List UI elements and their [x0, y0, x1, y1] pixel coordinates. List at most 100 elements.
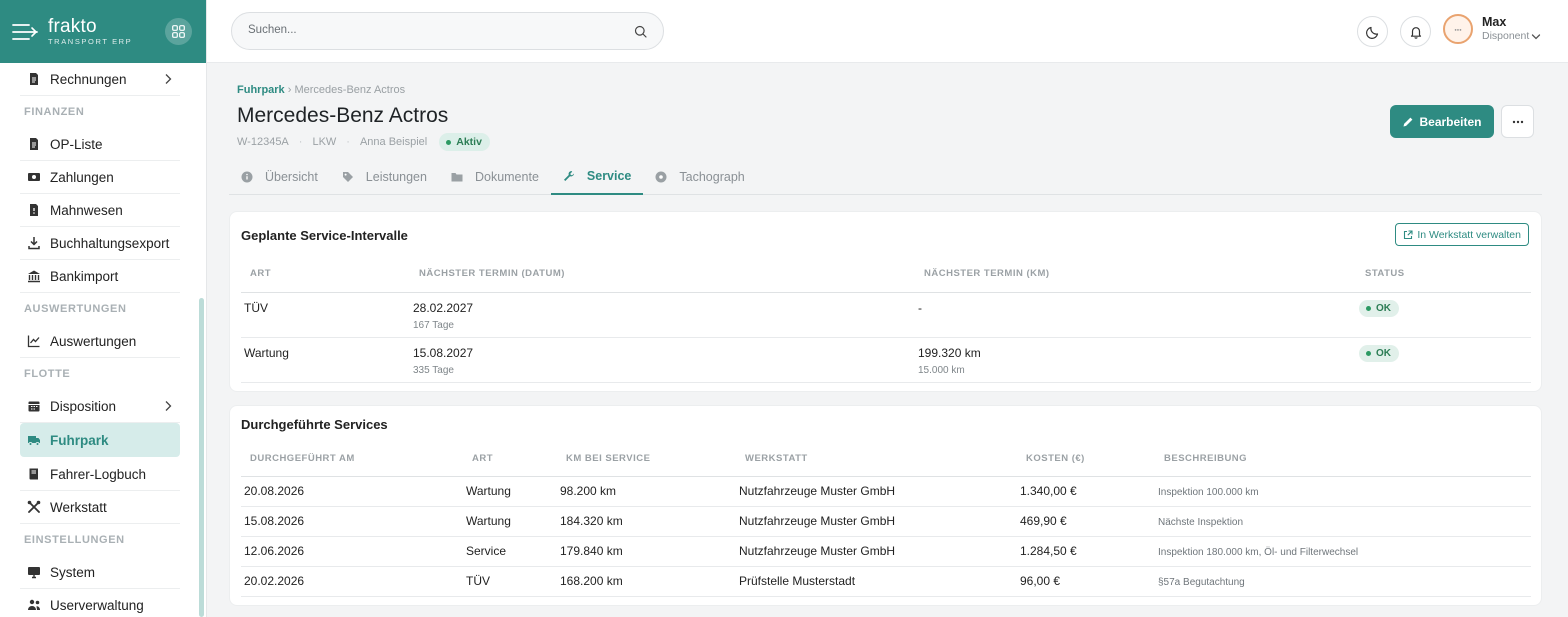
sidebar-item-label: Mahnwesen — [50, 202, 123, 218]
user-role: Disponent — [1482, 30, 1541, 43]
service-date: 20.02.2026 — [244, 574, 305, 588]
column-header: ART — [241, 255, 410, 293]
nav-section-flotte: FLOTTE — [24, 368, 71, 380]
vehicle-plate: W-12345A — [237, 136, 289, 148]
status-dot — [446, 139, 452, 145]
vehicle-meta: W-12345A · LKW · Anna Beispiel Aktiv — [237, 133, 490, 151]
breadcrumb-fuhrpark-link[interactable]: Fuhrpark — [237, 84, 285, 96]
tools-icon — [27, 500, 41, 514]
users-icon — [27, 598, 41, 612]
column-header: NÄCHSTER TERMIN (DATUM) — [410, 255, 915, 293]
sidebar-item-buchhaltungsexport[interactable]: Buchhaltungsexport — [20, 227, 180, 260]
tab-label: Übersicht — [265, 170, 318, 184]
sidebar-item-auswertungen[interactable]: Auswertungen — [20, 325, 180, 358]
chevron-right-icon — [165, 74, 172, 84]
dark-mode-button[interactable] — [1357, 16, 1388, 47]
status-badge-label: Aktiv — [456, 136, 482, 148]
menu-toggle-icon[interactable] — [12, 22, 38, 42]
bell-icon — [1410, 26, 1421, 39]
more-horizontal-icon — [1512, 120, 1523, 123]
sidebar-item-werkstatt[interactable]: Werkstatt — [20, 491, 180, 524]
next-km: 199.320 km — [918, 345, 981, 360]
column-header: BESCHREIBUNG — [1155, 442, 1531, 477]
sidebar-item-fuhrpark[interactable]: Fuhrpark — [20, 423, 180, 457]
sidebar-item-bankimport[interactable]: Bankimport — [20, 260, 180, 293]
search-icon[interactable] — [634, 25, 647, 38]
sidebar-scrollbar[interactable] — [199, 298, 204, 617]
user-menu[interactable]: ●●● Max Disponent — [1443, 14, 1541, 44]
table-row[interactable]: TÜV 28.02.2027 167 Tage - OK — [241, 292, 1531, 338]
money-icon — [27, 170, 41, 184]
invoice-icon — [27, 72, 41, 86]
manage-in-workshop-label: In Werkstatt verwalten — [1417, 228, 1521, 241]
sidebar-nav: Rechnungen FINANZEN OP-Liste Zahlungen Mahnw… — [0, 63, 200, 617]
sidebar: frakto TRANSPORT ERP Rechnungen FINANZEN O… — [0, 0, 207, 617]
service-date: 12.06.2026 — [244, 544, 305, 558]
service-date: 15.08.2026 — [244, 514, 305, 528]
planned-service-title: Geplante Service-Intervalle — [241, 228, 408, 243]
manage-in-workshop-button[interactable]: In Werkstatt verwalten — [1395, 223, 1529, 246]
table-row[interactable]: Wartung 15.08.2027 335 Tage 199.320 km 15.00… — [241, 337, 1531, 383]
sidebar-item-label: Auswertungen — [50, 333, 137, 349]
service-type: Service — [466, 544, 507, 558]
service-description: §57a Begutachtung — [1158, 577, 1245, 588]
sidebar-item-zahlungen[interactable]: Zahlungen — [20, 161, 180, 194]
tab-label: Tachograph — [679, 170, 745, 184]
tab-service[interactable]: Service — [550, 159, 644, 195]
workshop-name: Nutzfahrzeuge Muster GmbH — [739, 514, 896, 528]
sidebar-item-fahrer-logbuch[interactable]: Fahrer-Logbuch — [20, 458, 180, 491]
table-row[interactable]: 20.08.2026 Wartung 98.200 km Nutzfahrzeuge … — [241, 476, 1531, 507]
info-icon — [241, 171, 253, 183]
planned-service-table: ART NÄCHSTER TERMIN (DATUM) NÄCHSTER TERMI… — [241, 255, 1531, 383]
avatar: ●●● — [1443, 14, 1473, 44]
service-description: Nächste Inspektion — [1158, 517, 1244, 528]
column-header: NÄCHSTER TERMIN (KM) — [915, 255, 1356, 293]
service-km: 179.840 km — [560, 544, 623, 558]
column-header: ART — [463, 442, 557, 477]
tab--bersicht[interactable]: Übersicht — [229, 159, 330, 195]
tab-tachograph[interactable]: Tachograph — [643, 159, 756, 195]
chevron-right-icon — [165, 401, 172, 411]
tab-dokumente[interactable]: Dokumente — [439, 159, 551, 195]
tab-label: Service — [586, 169, 632, 183]
status-badge-label: OK — [1376, 302, 1391, 314]
column-header: KOSTEN (€) — [1017, 442, 1155, 477]
sidebar-item-label: Buchhaltungsexport — [50, 235, 170, 251]
wrench-icon — [563, 170, 575, 182]
sidebar-item-rechnungen[interactable]: Rechnungen — [20, 63, 180, 96]
search-input[interactable] — [248, 24, 618, 36]
sidebar-item-label: Rechnungen — [50, 71, 127, 87]
column-header: WERKSTATT — [736, 442, 1017, 477]
sidebar-item-label: OP-Liste — [50, 136, 103, 152]
sidebar-item-disposition[interactable]: Disposition — [20, 390, 180, 423]
tab-leistungen[interactable]: Leistungen — [330, 159, 439, 195]
logo[interactable]: frakto TRANSPORT ERP — [48, 17, 132, 46]
sidebar-item-system[interactable]: System — [20, 556, 180, 589]
status-badge: OK — [1359, 299, 1399, 317]
apps-grid-button[interactable] — [165, 18, 192, 45]
edit-button[interactable]: Bearbeiten — [1390, 105, 1494, 138]
service-type: TÜV — [466, 574, 490, 588]
sidebar-item-mahnwesen[interactable]: Mahnwesen — [20, 194, 180, 227]
book-icon — [27, 467, 41, 481]
more-options-button[interactable] — [1501, 105, 1534, 138]
edit-button-label: Bearbeiten — [1419, 114, 1482, 129]
table-row[interactable]: 20.02.2026 TÜV 168.200 km Prüfstelle Muster… — [241, 566, 1531, 597]
monitor-icon — [27, 565, 41, 579]
km-interval: 15.000 km — [918, 364, 965, 376]
table-row[interactable]: 12.06.2026 Service 179.840 km Nutzfahrzeuge… — [241, 536, 1531, 567]
sidebar-item-userverwaltung[interactable]: Userverwaltung — [20, 589, 180, 617]
tab-bar: Übersicht Leistungen Dokumente Service Tacho… — [229, 159, 1542, 195]
status-dot — [1366, 305, 1371, 311]
vehicle-type: LKW — [312, 136, 337, 148]
service-date: 20.08.2026 — [244, 484, 305, 498]
service-cost: 469,90 € — [1020, 514, 1067, 528]
document-icon — [27, 137, 41, 151]
status-badge: Aktiv — [439, 133, 490, 151]
sidebar-item-op-liste[interactable]: OP-Liste — [20, 128, 180, 161]
page-title: Mercedes-Benz Actros — [237, 104, 449, 127]
table-row[interactable]: 15.08.2026 Wartung 184.320 km Nutzfahrzeuge… — [241, 506, 1531, 537]
top-bar: ●●● Max Disponent — [207, 0, 1568, 63]
service-cost: 96,00 € — [1020, 574, 1061, 588]
notifications-button[interactable] — [1400, 16, 1431, 47]
